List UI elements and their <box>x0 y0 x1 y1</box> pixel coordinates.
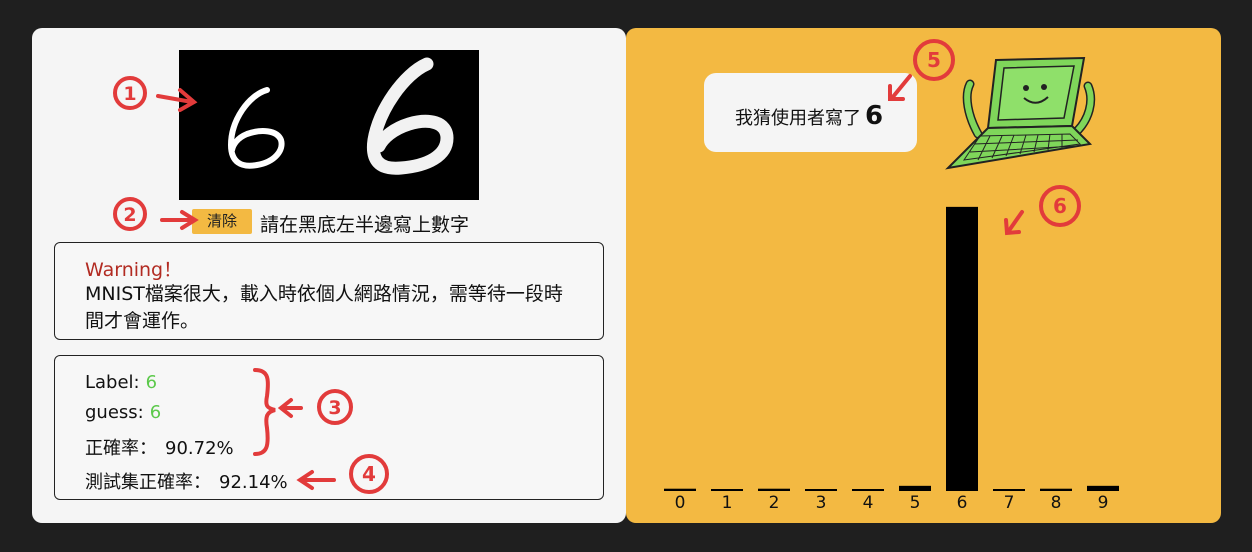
bar-0 <box>664 488 696 491</box>
annotation-3: 3 <box>253 368 353 456</box>
bar-3 <box>805 489 837 491</box>
test-accuracy-key: 測試集正確率： <box>85 472 211 493</box>
bar-7 <box>993 489 1025 491</box>
annotation-3-number: 3 <box>328 397 341 419</box>
tick-label-5: 5 <box>910 493 921 513</box>
annotation-1-number: 1 <box>123 83 136 105</box>
warning-box: Warning！ MNIST檔案很大，載入時依個人網路情況，需等待一段時間才會運… <box>54 242 604 340</box>
test-accuracy-value: 92.14% <box>219 472 288 493</box>
annotation-4-number: 4 <box>362 462 376 486</box>
bar-9 <box>1087 485 1119 491</box>
drawn-digit-stroke <box>227 87 285 169</box>
bar-2 <box>758 488 790 491</box>
bar-1 <box>711 489 743 491</box>
annotation-2: 2 <box>113 197 199 231</box>
accuracy-row: 正確率： 90.72% <box>85 434 234 460</box>
warning-title: Warning！ <box>85 259 183 281</box>
label-value: 6 <box>145 372 158 393</box>
clear-button[interactable]: 清除 <box>192 209 252 234</box>
label-row: Label: 6 <box>85 372 157 393</box>
drawing-canvas[interactable] <box>179 50 479 200</box>
guess-row: guess: 6 <box>85 402 161 423</box>
bar-8 <box>1040 488 1072 491</box>
bar-4 <box>852 489 884 491</box>
tick-label-9: 9 <box>1098 493 1109 513</box>
draw-hint: 請在黑底左半邊寫上數字 <box>260 214 470 236</box>
mnist-preview-stroke <box>366 57 454 175</box>
tick-label-2: 2 <box>769 493 780 513</box>
probability-bar-chart: 0 1 2 3 4 5 6 7 8 9 <box>664 206 1119 513</box>
tick-label-4: 4 <box>863 493 874 513</box>
tick-label-8: 8 <box>1051 493 1062 513</box>
tick-label-6: 6 <box>957 493 968 513</box>
annotation-2-number: 2 <box>123 204 136 226</box>
bar-6 <box>946 206 978 491</box>
tick-label-1: 1 <box>722 493 733 513</box>
annotation-1: 1 <box>113 76 198 112</box>
right-panel: 我猜使用者寫了 6 5 6 0123456789 <box>626 28 1221 523</box>
guess-key: guess: <box>85 402 144 423</box>
guess-value: 6 <box>149 402 162 423</box>
tick-label-0: 0 <box>675 493 686 513</box>
label-key: Label: <box>85 372 140 393</box>
accuracy-key: 正確率： <box>85 438 157 459</box>
tick-label-7: 7 <box>1004 493 1015 513</box>
annotation-4: 4 <box>296 454 389 494</box>
warning-text: MNIST檔案很大，載入時依個人網路情況，需等待一段時間才會運作。 <box>85 283 563 332</box>
bar-5 <box>899 485 931 491</box>
left-panel: 清除 請在黑底左半邊寫上數字 Warning！ MNIST檔案很大，載入時依個人… <box>32 28 626 523</box>
tick-label-3: 3 <box>816 493 827 513</box>
accuracy-value: 90.72% <box>165 438 234 459</box>
test-accuracy-row: 測試集正確率： 92.14% <box>85 468 288 494</box>
